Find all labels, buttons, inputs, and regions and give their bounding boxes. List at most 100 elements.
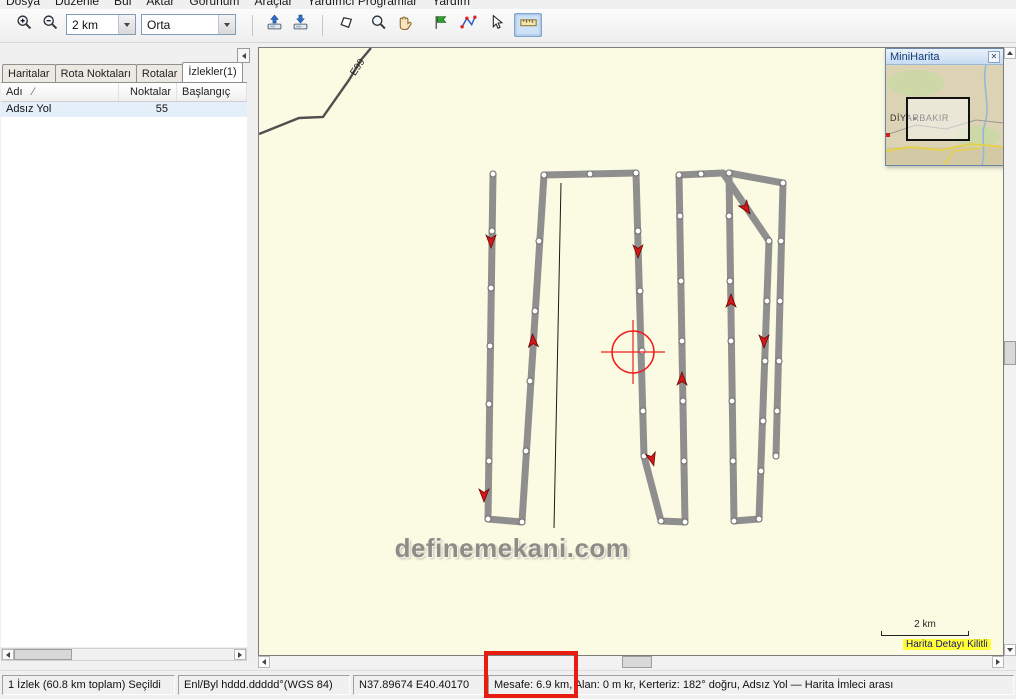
track-point[interactable] bbox=[681, 458, 687, 464]
map-hscrollbar[interactable] bbox=[258, 656, 1004, 668]
menu-item-bul[interactable]: Bul bbox=[114, 0, 131, 8]
scroll-down-button[interactable] bbox=[1004, 644, 1016, 656]
scroll-up-button[interactable] bbox=[1004, 47, 1016, 59]
menu-item-duzenle[interactable]: Düzenle bbox=[55, 0, 99, 8]
track-point[interactable] bbox=[676, 172, 682, 178]
zoom-in-button[interactable] bbox=[12, 13, 36, 37]
scroll-track[interactable] bbox=[14, 649, 234, 660]
distance-bearing-tool-button[interactable] bbox=[514, 13, 542, 37]
scroll-left-button[interactable] bbox=[2, 649, 14, 660]
track-point[interactable] bbox=[680, 398, 686, 404]
track-point[interactable] bbox=[766, 238, 772, 244]
sidebar-hscrollbar[interactable] bbox=[1, 648, 247, 661]
track-point[interactable] bbox=[587, 171, 593, 177]
track-point[interactable] bbox=[698, 171, 704, 177]
track-point[interactable] bbox=[726, 170, 732, 176]
track-point[interactable] bbox=[532, 308, 538, 314]
track-point[interactable] bbox=[774, 408, 780, 414]
selection-tool-button[interactable] bbox=[484, 13, 508, 37]
track-point[interactable] bbox=[682, 519, 688, 525]
column-header-adi[interactable]: Adı ∕ bbox=[1, 83, 119, 101]
track-point[interactable] bbox=[658, 518, 664, 524]
route-tool-button[interactable] bbox=[456, 13, 480, 37]
track-point[interactable] bbox=[639, 348, 645, 354]
zoom-scale-combobox[interactable]: 2 km bbox=[66, 14, 136, 35]
track-point[interactable] bbox=[640, 408, 646, 414]
minimap-viewport-rect[interactable] bbox=[906, 97, 970, 141]
receive-from-device-button[interactable] bbox=[288, 13, 312, 37]
track-point[interactable] bbox=[778, 238, 784, 244]
track-point[interactable] bbox=[756, 516, 762, 522]
detail-level-combobox[interactable]: Orta bbox=[141, 14, 236, 35]
collapse-panel-button[interactable] bbox=[237, 48, 250, 63]
track-point[interactable] bbox=[729, 398, 735, 404]
zoom-tool-button[interactable] bbox=[366, 13, 390, 37]
map-select-tool-button[interactable] bbox=[334, 13, 358, 37]
track-point[interactable] bbox=[762, 358, 768, 364]
minimap-window[interactable]: MiniHarita ✕ DİYARBAKIR bbox=[885, 48, 1004, 166]
track-point[interactable] bbox=[731, 518, 737, 524]
detail-level-dropdown-button[interactable] bbox=[218, 15, 235, 34]
track-point[interactable] bbox=[727, 278, 733, 284]
track-point[interactable] bbox=[780, 180, 786, 186]
tab-rota-noktalari[interactable]: Rota Noktaları bbox=[55, 64, 137, 82]
menu-item-yardimci-programlar[interactable]: Yardımcı Programlar bbox=[307, 0, 417, 8]
scroll-thumb[interactable] bbox=[14, 649, 72, 660]
tab-rotalar[interactable]: Rotalar bbox=[136, 64, 183, 82]
table-row[interactable]: Adsız Yol 55 bbox=[1, 102, 247, 117]
track-point[interactable] bbox=[519, 519, 525, 525]
menu-item-yardim[interactable]: Yardım bbox=[432, 0, 470, 8]
track-point[interactable] bbox=[677, 213, 683, 219]
column-header-noktalar[interactable]: Noktalar bbox=[119, 83, 177, 101]
scroll-track[interactable] bbox=[1004, 59, 1016, 644]
scroll-thumb[interactable] bbox=[622, 656, 652, 668]
track-point[interactable] bbox=[758, 468, 764, 474]
track-point[interactable] bbox=[485, 516, 491, 522]
column-header-baslangic[interactable]: Başlangıç bbox=[177, 83, 247, 101]
menu-item-aktar[interactable]: Aktar bbox=[146, 0, 174, 8]
track-point[interactable] bbox=[776, 358, 782, 364]
zoom-out-button[interactable] bbox=[38, 13, 62, 37]
track-point[interactable] bbox=[486, 458, 492, 464]
zoom-scale-dropdown-button[interactable] bbox=[118, 15, 135, 34]
minimap-map[interactable]: DİYARBAKIR bbox=[886, 65, 1004, 165]
scroll-right-button[interactable] bbox=[234, 649, 246, 660]
track-point[interactable] bbox=[536, 238, 542, 244]
menu-item-dosya[interactable]: Dosya bbox=[6, 0, 40, 8]
tab-izlekler[interactable]: İzlekler(1) bbox=[182, 62, 242, 82]
track-point[interactable] bbox=[728, 338, 734, 344]
minimap-close-button[interactable]: ✕ bbox=[988, 51, 1000, 63]
tab-haritalar[interactable]: Haritalar bbox=[2, 64, 56, 82]
waypoint-tool-button[interactable] bbox=[428, 13, 452, 37]
track-line[interactable] bbox=[488, 173, 783, 522]
track-point[interactable] bbox=[777, 298, 783, 304]
menu-item-araclar[interactable]: Araçlar bbox=[254, 0, 292, 8]
track-point[interactable] bbox=[760, 418, 766, 424]
track-point[interactable] bbox=[527, 378, 533, 384]
track-point[interactable] bbox=[678, 278, 684, 284]
track-point[interactable] bbox=[637, 288, 643, 294]
track-point[interactable] bbox=[635, 228, 641, 234]
map-canvas[interactable]: E99 definemekani.com MiniHarita ✕ DİYARB… bbox=[258, 47, 1004, 656]
track-point[interactable] bbox=[488, 285, 494, 291]
track-point[interactable] bbox=[633, 170, 639, 176]
track-point[interactable] bbox=[489, 228, 495, 234]
track-point[interactable] bbox=[523, 448, 529, 454]
scroll-left-button[interactable] bbox=[258, 656, 270, 668]
track-point[interactable] bbox=[541, 172, 547, 178]
menu-item-gorunum[interactable]: Görünüm bbox=[189, 0, 239, 8]
track-point[interactable] bbox=[679, 338, 685, 344]
track-point[interactable] bbox=[486, 401, 492, 407]
track-point[interactable] bbox=[641, 453, 647, 459]
pan-tool-button[interactable] bbox=[392, 13, 416, 37]
send-to-device-button[interactable] bbox=[262, 13, 286, 37]
track-point[interactable] bbox=[487, 343, 493, 349]
track-point[interactable] bbox=[726, 213, 732, 219]
track-point[interactable] bbox=[764, 298, 770, 304]
track-point[interactable] bbox=[490, 171, 496, 177]
map-vscrollbar[interactable] bbox=[1004, 47, 1016, 656]
minimap-titlebar[interactable]: MiniHarita ✕ bbox=[886, 49, 1004, 65]
track-point[interactable] bbox=[730, 458, 736, 464]
track-point[interactable] bbox=[773, 453, 779, 459]
scroll-right-button[interactable] bbox=[992, 656, 1004, 668]
